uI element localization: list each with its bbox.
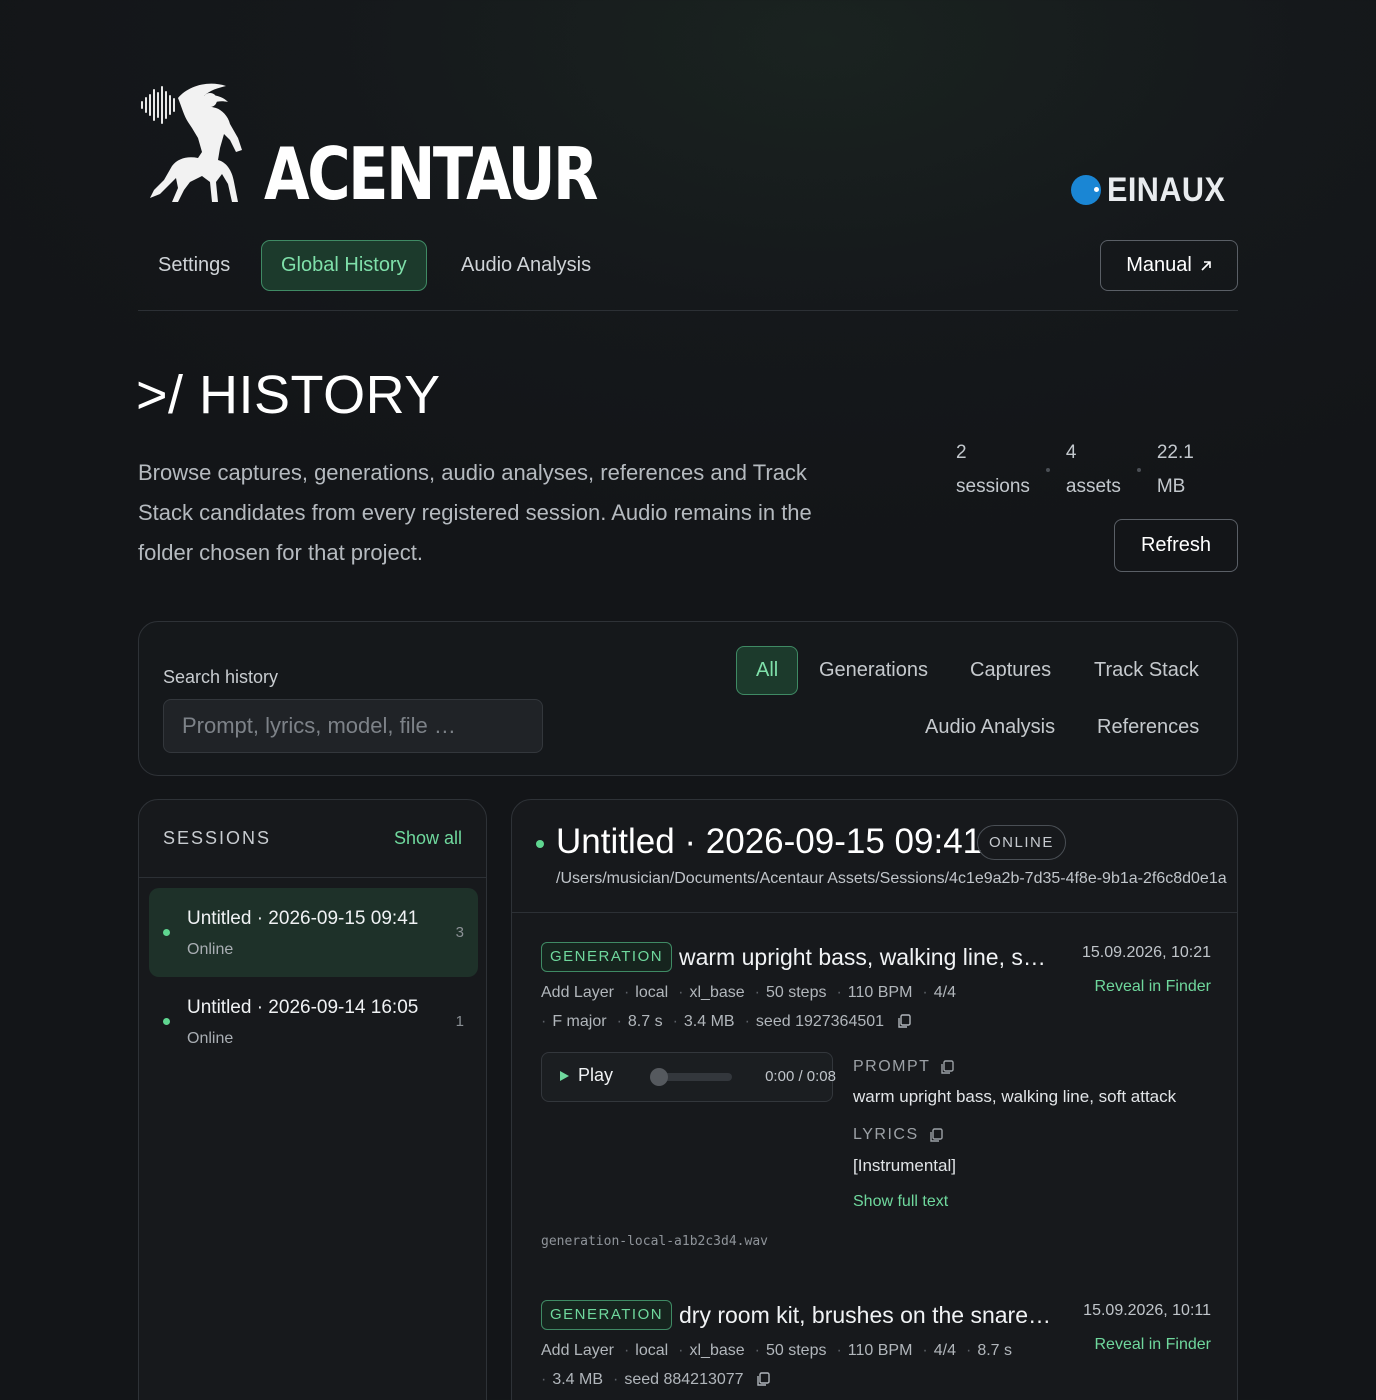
play-icon [560,1070,569,1081]
session-status: Online [187,1030,234,1047]
session-path: /Users/musician/Documents/Acentaur Asset… [556,870,1227,887]
session-status: Online [187,941,234,958]
tab-audio-analysis[interactable]: Audio Analysis [441,240,611,291]
show-all-link[interactable]: Show all [394,828,462,849]
manual-label: Manual [1126,254,1192,276]
reveal-in-finder-link[interactable]: Reveal in Finder [1095,978,1212,996]
stat-size: 22.1 MB [1156,442,1194,497]
brand-logo: ACENTAUR [138,78,599,210]
seek-handle[interactable] [650,1068,668,1086]
sessions-title: SESSIONS [163,828,272,848]
session-detail-panel: Untitled · 2026-09-15 09:41 ONLINE /User… [511,799,1238,1400]
type-badge: GENERATION [541,942,673,972]
file-name: generation-local-a1b2c3d4.wav [541,1234,768,1249]
copy-icon[interactable] [940,1059,955,1075]
search-label: Search history [163,667,279,687]
tab-settings[interactable]: Settings [138,240,250,291]
filter-tab-references[interactable]: References [1077,703,1219,752]
play-button[interactable]: Play [560,1065,613,1086]
detail-title: Untitled · 2026-09-15 09:41 [556,822,983,861]
brand-name: ACENTAUR [264,132,599,216]
entry-title: warm upright bass, walking line, soft at… [679,944,1053,970]
session-name: Untitled · 2026-09-15 09:41 [187,908,419,929]
entry-title: dry room kit, brushes on the snare, ligh… [679,1302,1053,1328]
page-title: >/ HISTORY [136,365,441,425]
refresh-button[interactable]: Refresh [1114,519,1238,572]
history-entry: GENERATION warm upright bass, walking li… [541,942,1211,1262]
session-item[interactable]: Untitled · 2026-09-15 09:41 Online 3 [149,888,478,977]
tab-global-history[interactable]: Global History [261,240,427,291]
session-name: Untitled · 2026-09-14 16:05 [187,997,419,1018]
entry-date: 15.09.2026, 10:21 [1081,944,1211,961]
search-input[interactable] [163,699,543,753]
filter-tab-track-stack[interactable]: Track Stack [1074,646,1219,695]
detail-header: Untitled · 2026-09-15 09:41 ONLINE /User… [512,800,1237,913]
status-dot-icon [536,840,544,848]
entry-meta-line: · 3.4 MB · seed 884213077 [541,1371,770,1389]
status-dot-icon [163,1018,170,1025]
stat-sessions: 2 sessions [956,442,1030,497]
centaur-logo-icon [141,83,242,202]
copy-icon[interactable] [897,1014,911,1029]
playback-time: 0:00 / 0:08 [765,1068,836,1085]
stat-separator [1136,468,1141,472]
sessions-panel: SESSIONS Show all Untitled · 2026-09-15 … [138,799,487,1400]
prompt-label: PROMPT [853,1058,955,1076]
filter-tab-generations[interactable]: Generations [799,646,948,695]
entry-date: 15.09.2026, 10:11 [1083,1302,1211,1319]
type-badge: GENERATION [541,1300,673,1330]
partner-logo: EINAUX [1070,170,1238,210]
external-link-icon [1201,260,1211,271]
filter-tab-all[interactable]: All [736,646,799,695]
lyrics-label: LYRICS [853,1126,943,1144]
filter-panel: Search history All Generations Captures … [138,621,1238,776]
copy-icon[interactable] [929,1127,943,1143]
partner-name: EINAUX [1106,170,1225,209]
status-badge: ONLINE [977,825,1066,860]
partner-dot-icon [1070,175,1101,205]
history-entry: GENERATION dry room kit, brushes on the … [541,1300,1211,1400]
session-item[interactable]: Untitled · 2026-09-14 16:05 Online 1 [149,977,478,1066]
seed-value: seed 884213077 [624,1371,744,1388]
page-description: Browse captures, generations, audio anal… [138,460,812,565]
prompt-text: warm upright bass, walking line, soft at… [853,1087,1177,1106]
stat-separator [1045,468,1050,472]
entry-meta-line: · F major · 8.7 s · 3.4 MB · seed 1927364501 [541,1013,911,1031]
session-count: 3 [455,924,464,941]
seek-slider[interactable] [650,1068,732,1086]
filter-tab-captures[interactable]: Captures [950,646,1071,695]
seed-value: seed 1927364501 [755,1013,885,1030]
session-count: 1 [455,1013,464,1030]
main-nav: Settings Global History Audio Analysis M… [138,240,1238,292]
filter-tab-audio-analysis[interactable]: Audio Analysis [905,703,1075,752]
lyrics-text: [Instrumental] [853,1156,956,1175]
manual-button[interactable]: Manual [1100,240,1238,291]
header-divider [138,310,1238,311]
status-dot-icon [163,929,170,936]
audio-player: Play 0:00 / 0:08 [541,1052,836,1102]
stats-summary: 2 sessions 4 assets 22.1 MB [956,436,1194,504]
show-full-text-link[interactable]: Show full text [853,1193,948,1211]
sessions-header: SESSIONS Show all [139,800,486,878]
entry-meta-line: Add Layer · local · xl_base · 50 steps · 110 BPM… [541,984,956,1001]
copy-icon[interactable] [756,1372,770,1387]
stat-assets: 4 assets [1065,442,1121,497]
entry-meta-line: Add Layer · local · xl_base · 50 steps · 110 BPM… [541,1342,1013,1359]
reveal-in-finder-link[interactable]: Reveal in Finder [1095,1336,1212,1354]
